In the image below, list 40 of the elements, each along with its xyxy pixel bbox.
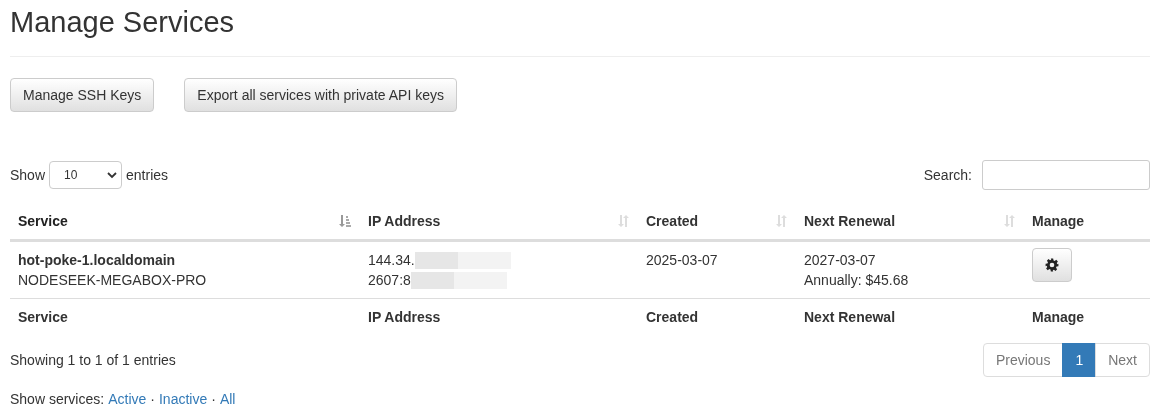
table-info: Showing 1 to 1 of 1 entries (10, 352, 176, 368)
column-header[interactable]: IP Address (368, 213, 441, 229)
billing-amount: Annually: $45.68 (804, 271, 910, 290)
ip-address: 2607:8 (368, 271, 411, 290)
search-label: Search: (923, 167, 972, 183)
separator: · (150, 391, 155, 407)
sort-icon[interactable] (1002, 214, 1016, 228)
settings-button[interactable] (1032, 248, 1072, 282)
page-title: Manage Services (10, 0, 1150, 57)
search-field[interactable] (982, 160, 1150, 190)
filter-link[interactable]: All (219, 391, 236, 407)
length-label: entries (126, 167, 169, 183)
filter-link[interactable]: Inactive (158, 391, 208, 407)
column-header[interactable]: Service (18, 213, 68, 229)
service-name: hot-poke-1.localdomain (18, 251, 177, 270)
action-button[interactable]: Export all services with private API keys (184, 78, 457, 112)
filter-link[interactable]: Active (108, 391, 147, 407)
created-date: 2025-03-07 (646, 252, 718, 268)
entries-select[interactable]: 10 (49, 161, 123, 189)
sort-descending-icon[interactable] (338, 214, 352, 228)
renewal-date: 2027-03-07 (804, 251, 877, 270)
length-label: Show (10, 167, 46, 183)
column-footer: Created (646, 309, 699, 325)
column-header[interactable]: Created (646, 213, 699, 229)
column-footer: Service (18, 309, 68, 325)
gear-icon (1045, 258, 1059, 272)
filter-label: Show services: (10, 391, 105, 407)
action-button[interactable]: Manage SSH Keys (10, 78, 155, 112)
sort-icon[interactable] (616, 214, 630, 228)
column-footer: IP Address (368, 309, 441, 325)
separator: · (211, 391, 216, 407)
product-name: NODESEEK-MEGABOX-PRO (18, 271, 208, 290)
column-footer: Manage (1032, 309, 1085, 325)
column-header[interactable]: Manage (1032, 213, 1085, 229)
column-header[interactable]: Next Renewal (804, 213, 896, 229)
sort-icon[interactable] (774, 214, 788, 228)
chevron-icon (107, 171, 118, 179)
pagination-button[interactable]: 1 (1062, 343, 1097, 377)
column-footer: Next Renewal (804, 309, 896, 325)
ip-address: 144.34. (368, 251, 415, 270)
